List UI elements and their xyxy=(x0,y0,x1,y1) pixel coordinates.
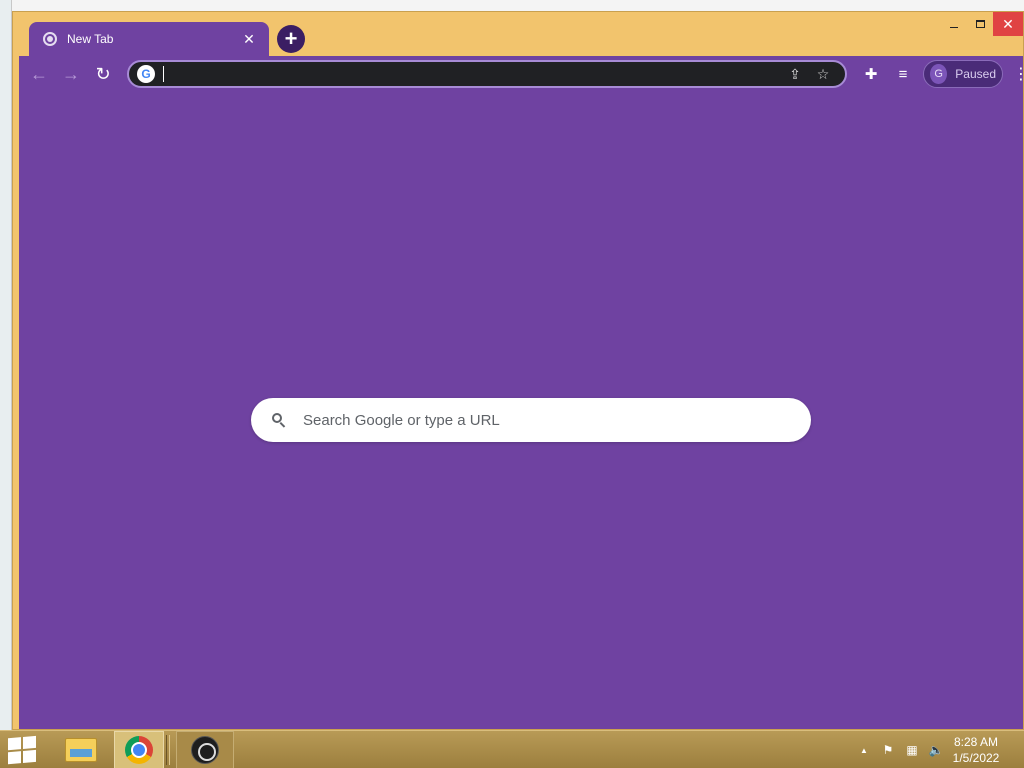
clock-time: 8:28 AM xyxy=(953,735,999,749)
action-center-flag-icon[interactable]: ⚑ xyxy=(880,742,896,758)
back-button[interactable]: ← xyxy=(23,60,55,88)
volume-icon[interactable]: 🔈 xyxy=(928,742,944,758)
avatar: G xyxy=(930,64,948,84)
star-icon[interactable]: ☆ xyxy=(809,62,837,86)
plus-icon: + xyxy=(284,26,298,51)
obs-icon xyxy=(191,736,219,764)
browser-toolbar: ← → ↻ G ⇪ ☆ ✚ ≡ G Paused ⋮ xyxy=(19,56,1024,92)
file-explorer-icon xyxy=(65,738,97,762)
windows-start-icon[interactable] xyxy=(8,735,38,765)
taskbar-obs[interactable] xyxy=(176,731,234,768)
media-queue-icon[interactable]: ≡ xyxy=(887,60,919,88)
minimize-icon xyxy=(950,26,958,28)
search-icon xyxy=(271,412,287,428)
profile-status-label: Paused xyxy=(955,67,996,81)
browser-titlebar: New Tab ✕ + ✕ xyxy=(13,12,1023,56)
tab-close-icon[interactable]: ✕ xyxy=(241,31,257,47)
tab-title: New Tab xyxy=(67,32,114,46)
reload-button[interactable]: ↻ xyxy=(87,60,119,88)
tray-overflow-icon[interactable]: ▲ xyxy=(856,742,872,758)
share-icon[interactable]: ⇪ xyxy=(781,62,809,86)
windows-taskbar: ▲ ⚑ ▦ 🔈 8:28 AM 1/5/2022 xyxy=(0,730,1024,768)
clock-date: 1/5/2022 xyxy=(952,751,1000,765)
tab-new-tab[interactable]: New Tab ✕ xyxy=(29,22,269,56)
address-bar[interactable]: G ⇪ ☆ xyxy=(127,60,847,88)
forward-button[interactable]: → xyxy=(55,60,87,88)
close-window-button[interactable]: ✕ xyxy=(993,12,1023,36)
maximize-icon xyxy=(975,20,985,28)
system-tray: ▲ ⚑ ▦ 🔈 xyxy=(856,731,944,768)
text-cursor xyxy=(163,66,164,82)
taskbar-chrome[interactable] xyxy=(114,731,164,768)
google-g-icon: G xyxy=(137,65,155,83)
close-icon: ✕ xyxy=(1002,15,1014,32)
minimize-button[interactable] xyxy=(941,12,967,36)
taskbar-divider xyxy=(166,735,170,765)
ntp-search-box[interactable]: Search Google or type a URL xyxy=(251,398,811,442)
forward-arrow-icon: → xyxy=(62,63,80,84)
taskbar-clock[interactable]: 8:28 AM 1/5/2022 xyxy=(948,734,1004,766)
profile-button[interactable]: G Paused xyxy=(923,60,1003,88)
window-controls: ✕ xyxy=(941,12,1023,38)
new-tab-button[interactable]: + xyxy=(277,25,305,53)
chrome-icon xyxy=(125,736,153,764)
browser-window: New Tab ✕ + ✕ ← → ↻ G ⇪ ☆ ✚ ≡ G Paused ⋮… xyxy=(12,11,1024,730)
new-tab-page: Search Google or type a URL xyxy=(19,92,1023,729)
maximize-button[interactable] xyxy=(967,12,993,36)
desktop-background-left xyxy=(0,0,12,730)
search-placeholder: Search Google or type a URL xyxy=(303,411,500,429)
chrome-favicon-icon xyxy=(43,32,57,46)
extensions-puzzle-icon[interactable]: ✚ xyxy=(855,60,887,88)
taskbar-file-explorer[interactable] xyxy=(56,731,106,768)
kebab-menu-icon[interactable]: ⋮ xyxy=(1011,60,1024,88)
back-arrow-icon: ← xyxy=(30,63,48,84)
toolbar-right-actions: ✚ ≡ G Paused ⋮ xyxy=(855,60,1024,88)
reload-icon: ↻ xyxy=(95,63,111,84)
network-icon[interactable]: ▦ xyxy=(904,742,920,758)
